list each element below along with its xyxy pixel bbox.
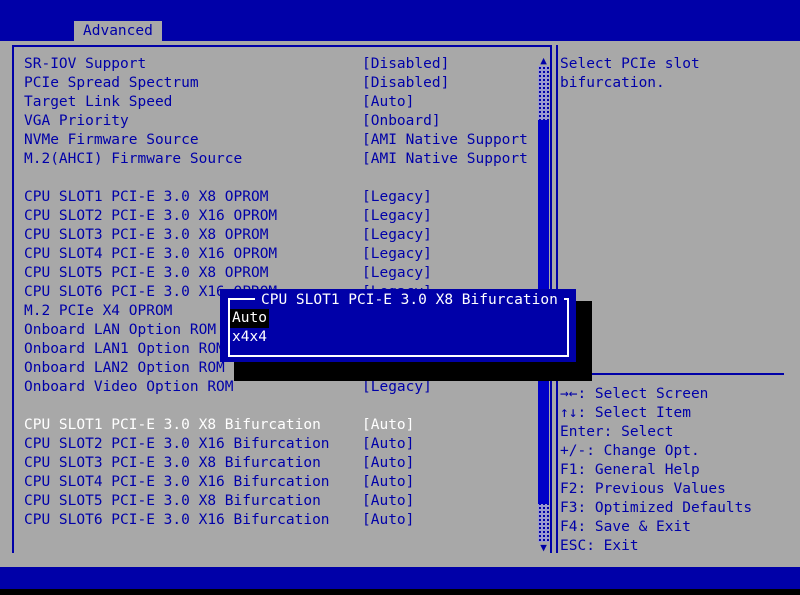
settings-row-value: [Auto] (362, 436, 415, 452)
settings-row-value: [Legacy] (362, 189, 432, 205)
key-legend-item: ↑↓: Select Item (560, 405, 691, 421)
settings-row[interactable]: CPU SLOT1 PCI-E 3.0 X8 OPROM [Legacy] (14, 188, 530, 207)
settings-row[interactable]: NVMe Firmware Source [AMI Native Support] (14, 131, 530, 150)
settings-row[interactable]: CPU SLOT4 PCI-E 3.0 X16 Bifurcation [Auto… (14, 473, 530, 492)
settings-row[interactable]: VGA Priority [Onboard] (14, 112, 530, 131)
settings-row-value: [Legacy] (362, 265, 432, 281)
settings-row-label: CPU SLOT5 PCI-E 3.0 X8 OPROM (24, 265, 269, 281)
settings-row-label: VGA Priority (24, 113, 129, 129)
popup-title: CPU SLOT1 PCI-E 3.0 X8 Bifurcation (255, 291, 564, 310)
settings-row[interactable]: Target Link Speed [Auto] (14, 93, 530, 112)
key-legend-item: Enter: Select (560, 424, 674, 440)
settings-row-label: Target Link Speed (24, 94, 173, 110)
settings-row-label: M.2 PCIe X4 OPROM (24, 303, 173, 319)
settings-row[interactable]: CPU SLOT4 PCI-E 3.0 X16 OPROM [Legacy] (14, 245, 530, 264)
settings-row[interactable]: SR-IOV Support [Disabled] (14, 55, 530, 74)
scroll-up-arrow-icon[interactable]: ▲ (538, 55, 549, 66)
title-bar: Aptio Setup Utility – Copyright (C) 2020… (0, 0, 800, 39)
settings-row-label: CPU SLOT1 PCI-E 3.0 X8 OPROM (24, 189, 269, 205)
settings-row-label: CPU SLOT2 PCI-E 3.0 X16 Bifurcation (24, 436, 330, 452)
popup-option-auto[interactable]: Auto (230, 309, 269, 328)
settings-row-value: [Auto] (362, 94, 415, 110)
key-legend-item: F1: General Help (560, 462, 700, 478)
settings-row-value: [Legacy] (362, 227, 432, 243)
settings-row-value: [Auto] (362, 512, 415, 528)
key-legend-item: →←: Select Screen (560, 386, 709, 402)
settings-spacer (14, 169, 530, 188)
settings-row[interactable]: CPU SLOT3 PCI-E 3.0 X8 OPROM [Legacy] (14, 226, 530, 245)
settings-row[interactable]: CPU SLOT6 PCI-E 3.0 X16 Bifurcation [Auto… (14, 511, 530, 530)
settings-row-value: [Disabled] (362, 56, 450, 72)
settings-row[interactable]: CPU SLOT5 PCI-E 3.0 X8 OPROM [Legacy] (14, 264, 530, 283)
settings-row-label: CPU SLOT2 PCI-E 3.0 X16 OPROM (24, 208, 278, 224)
key-legend: →←: Select Screen ↑↓: Select Item Enter: S… (560, 385, 788, 556)
settings-row-label: Onboard LAN2 Option ROM (24, 360, 225, 376)
settings-row-label: NVMe Firmware Source (24, 132, 199, 148)
scroll-down-arrow-icon[interactable]: ▼ (538, 542, 549, 553)
bifurcation-popup-dialog[interactable]: CPU SLOT1 PCI-E 3.0 X8 Bifurcation Auto x… (220, 289, 576, 362)
settings-row-label: CPU SLOT6 PCI-E 3.0 X16 Bifurcation (24, 512, 330, 528)
settings-row-label: Onboard LAN1 Option ROM (24, 341, 225, 357)
help-separator (560, 373, 784, 375)
menu-bar: Advanced (0, 21, 800, 41)
popup-option-x4x4[interactable]: x4x4 (230, 328, 269, 347)
popup-option-row[interactable]: Auto (230, 309, 560, 328)
settings-row-label: CPU SLOT4 PCI-E 3.0 X16 OPROM (24, 246, 278, 262)
settings-row-label: CPU SLOT5 PCI-E 3.0 X8 Bifurcation (24, 493, 321, 509)
tab-advanced[interactable]: Advanced (74, 21, 162, 41)
settings-row-label: SR-IOV Support (24, 56, 147, 72)
settings-row-value: [Onboard] (362, 113, 441, 129)
settings-row-label: CPU SLOT3 PCI-E 3.0 X8 OPROM (24, 227, 269, 243)
settings-row[interactable]: CPU SLOT3 PCI-E 3.0 X8 Bifurcation [Auto] (14, 454, 530, 473)
key-legend-item: F2: Previous Values (560, 481, 726, 497)
settings-row-value: [Legacy] (362, 208, 432, 224)
settings-row-value: [AMI Native Support] (362, 151, 530, 167)
settings-row-label: CPU SLOT4 PCI-E 3.0 X16 Bifurcation (24, 474, 330, 490)
settings-row-label: M.2(AHCI) Firmware Source (24, 151, 243, 167)
key-legend-item: +/-: Change Opt. (560, 443, 700, 459)
settings-row-value: [AMI Native Support] (362, 132, 530, 148)
help-text: Select PCIe slot bifurcation. (560, 56, 700, 91)
key-legend-item: F4: Save & Exit (560, 519, 691, 535)
frame-top-border (12, 45, 552, 47)
settings-row[interactable]: CPU SLOT1 PCI-E 3.0 X8 Bifurcation [Auto] (14, 416, 530, 435)
key-legend-item: ESC: Exit (560, 538, 639, 554)
settings-row[interactable]: CPU SLOT2 PCI-E 3.0 X16 Bifurcation [Auto… (14, 435, 530, 454)
settings-row-value: [Legacy] (362, 246, 432, 262)
settings-row[interactable]: CPU SLOT2 PCI-E 3.0 X16 OPROM [Legacy] (14, 207, 530, 226)
settings-row-value: [Auto] (362, 474, 415, 490)
popup-option-list[interactable]: Auto x4x4 (230, 309, 560, 347)
settings-row-value: [Disabled] (362, 75, 450, 91)
settings-row[interactable]: PCIe Spread Spectrum [Disabled] (14, 74, 530, 93)
footer-bar: Version 2.18.1264. Copyright (C) 2020 Am… (0, 567, 800, 595)
settings-row-label: PCIe Spread Spectrum (24, 75, 199, 91)
settings-row-value: [Auto] (362, 417, 415, 433)
help-pane: Select PCIe slot bifurcation. →←: Select… (560, 55, 788, 556)
bios-setup-screen: Aptio Setup Utility – Copyright (C) 2020… (0, 0, 800, 595)
settings-row-label: CPU SLOT3 PCI-E 3.0 X8 Bifurcation (24, 455, 321, 471)
settings-row[interactable]: M.2(AHCI) Firmware Source [AMI Native Sup… (14, 150, 530, 169)
settings-row-label: Onboard Video Option ROM (24, 379, 234, 395)
settings-row-label: CPU SLOT1 PCI-E 3.0 X8 Bifurcation (24, 417, 321, 433)
popup-option-row[interactable]: x4x4 (230, 328, 560, 347)
settings-row[interactable]: CPU SLOT5 PCI-E 3.0 X8 Bifurcation [Auto] (14, 492, 530, 511)
key-legend-item: F3: Optimized Defaults (560, 500, 753, 516)
content-area: SR-IOV Support [Disabled] PCIe Spread Spec… (0, 41, 800, 567)
screen-bottom-edge (0, 589, 800, 595)
settings-row-value: [Auto] (362, 455, 415, 471)
settings-spacer (14, 397, 530, 416)
settings-row-value: [Auto] (362, 493, 415, 509)
